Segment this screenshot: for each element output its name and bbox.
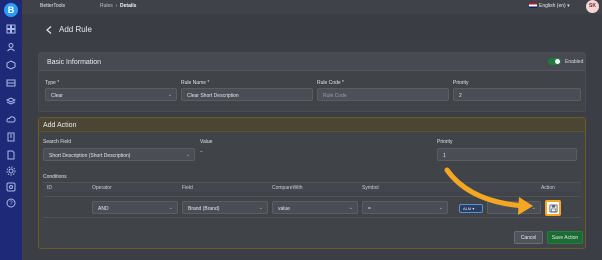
back-icon[interactable] xyxy=(44,25,54,35)
table-row: AND ⌄ Brand (Brand) ⌄ value ⌄ = ⌄ ALM ▾ … xyxy=(43,196,581,218)
operator-select[interactable]: AND ⌄ xyxy=(92,201,178,214)
action-priority-input[interactable]: 1 xyxy=(437,148,577,161)
search-field-label: Search Field xyxy=(43,139,72,145)
compare-with-select[interactable]: value ⌄ xyxy=(272,201,358,214)
action-priority-label: Priority xyxy=(437,139,453,145)
conditions-table-header: ID Operator Field CompareWith Symbol Act… xyxy=(43,182,581,192)
value-select[interactable]: ⌄ xyxy=(487,201,541,214)
cloud-icon[interactable] xyxy=(6,114,16,124)
priority-value: 2 xyxy=(459,93,462,99)
chevron-down-icon: ⌄ xyxy=(438,205,443,211)
field-value: Brand (Brand) xyxy=(188,206,220,212)
add-action-title: Add Action xyxy=(43,122,77,129)
save-action-button[interactable]: Save Action xyxy=(547,231,583,244)
table-icon[interactable] xyxy=(6,78,16,88)
app-logo[interactable]: B xyxy=(4,3,18,17)
operator-pill[interactable]: ALM ▾ xyxy=(459,204,483,213)
breadcrumb: Rules › Details xyxy=(100,3,137,9)
rule-code-placeholder: Rule Code xyxy=(323,93,347,99)
type-value: Clear xyxy=(51,93,63,99)
save-condition-button[interactable] xyxy=(545,200,561,216)
layers-icon[interactable] xyxy=(6,96,16,106)
brand-name[interactable]: BetterTools xyxy=(40,3,65,9)
page-header: Add Rule xyxy=(22,14,602,46)
add-action-header: Add Action xyxy=(39,118,585,132)
search-field-select[interactable]: Short Description (Short Description) ⌄ xyxy=(43,148,195,161)
col-field: Field xyxy=(182,185,193,191)
enabled-label: Enabled xyxy=(565,59,584,65)
basic-information-title: Basic Information xyxy=(47,59,102,66)
conditions-label: Conditions xyxy=(43,174,67,180)
cancel-button[interactable]: Cancel xyxy=(514,231,543,244)
col-operator: Operator xyxy=(92,185,112,191)
compare-with-value: value xyxy=(278,206,290,212)
basic-information-card: Basic Information Enabled Type * Clear ⌄… xyxy=(38,52,586,112)
language-label: English (en) xyxy=(539,3,566,9)
operator-pill-label: ALM xyxy=(463,206,472,211)
toggle-knob xyxy=(555,59,560,64)
search-field-value: Short Description (Short Description) xyxy=(49,153,131,159)
chevron-down-icon: ⌄ xyxy=(258,205,263,211)
breadcrumb-rules[interactable]: Rules xyxy=(100,3,113,9)
operator-value: AND xyxy=(98,206,109,212)
symbol-value: = xyxy=(368,206,371,212)
enabled-toggle[interactable] xyxy=(548,58,561,65)
col-action: Action xyxy=(541,185,555,191)
flag-icon xyxy=(529,3,537,9)
type-label: Type * xyxy=(45,80,60,86)
settings-square-icon[interactable] xyxy=(6,182,16,192)
rule-code-label: Rule Code * xyxy=(317,80,344,86)
sidebar: B ? xyxy=(0,0,22,260)
gear-icon[interactable] xyxy=(6,166,16,176)
field-select[interactable]: Brand (Brand) ⌄ xyxy=(182,201,268,214)
basic-information-header: Basic Information Enabled xyxy=(39,53,585,71)
chevron-down-icon: ⌄ xyxy=(348,205,353,211)
add-action-card: Add Action Search Field Short Descriptio… xyxy=(38,117,586,249)
symbol-select[interactable]: = ⌄ xyxy=(362,201,448,214)
chevron-down-icon: ⌄ xyxy=(531,205,536,211)
value-dash: – xyxy=(200,149,203,155)
col-compare-with: CompareWith xyxy=(272,185,303,191)
rule-name-label: Rule Name * xyxy=(181,80,210,86)
chevron-down-icon: ⌄ xyxy=(185,152,190,158)
top-bar: BetterTools Rules › Details English (en)… xyxy=(22,0,602,14)
rule-name-value: Clear Short Description xyxy=(187,93,239,99)
chevron-down-icon: ⌄ xyxy=(168,205,173,211)
document-icon[interactable] xyxy=(6,150,16,160)
priority-label: Priority xyxy=(453,80,469,86)
language-selector[interactable]: English (en) ▾ xyxy=(529,3,570,9)
floppy-disk-icon xyxy=(549,204,558,213)
action-priority-value: 1 xyxy=(443,153,446,159)
rule-name-input[interactable]: Clear Short Description xyxy=(181,88,313,101)
col-id: ID xyxy=(47,185,52,191)
help-icon[interactable]: ? xyxy=(6,198,16,208)
chevron-down-icon: ⌄ xyxy=(167,92,172,98)
box-icon[interactable] xyxy=(6,60,16,70)
dashboard-icon[interactable] xyxy=(6,24,16,34)
building-icon[interactable] xyxy=(6,132,16,142)
col-symbol: Symbol xyxy=(362,185,379,191)
rule-code-input[interactable]: Rule Code xyxy=(317,88,449,101)
priority-input[interactable]: 2 xyxy=(453,88,581,101)
type-select[interactable]: Clear ⌄ xyxy=(45,88,177,101)
page-title: Add Rule xyxy=(59,25,92,34)
users-icon[interactable] xyxy=(6,42,16,52)
value-label: Value xyxy=(200,139,213,145)
breadcrumb-details: Details xyxy=(120,3,137,9)
avatar[interactable]: SK xyxy=(586,0,599,13)
